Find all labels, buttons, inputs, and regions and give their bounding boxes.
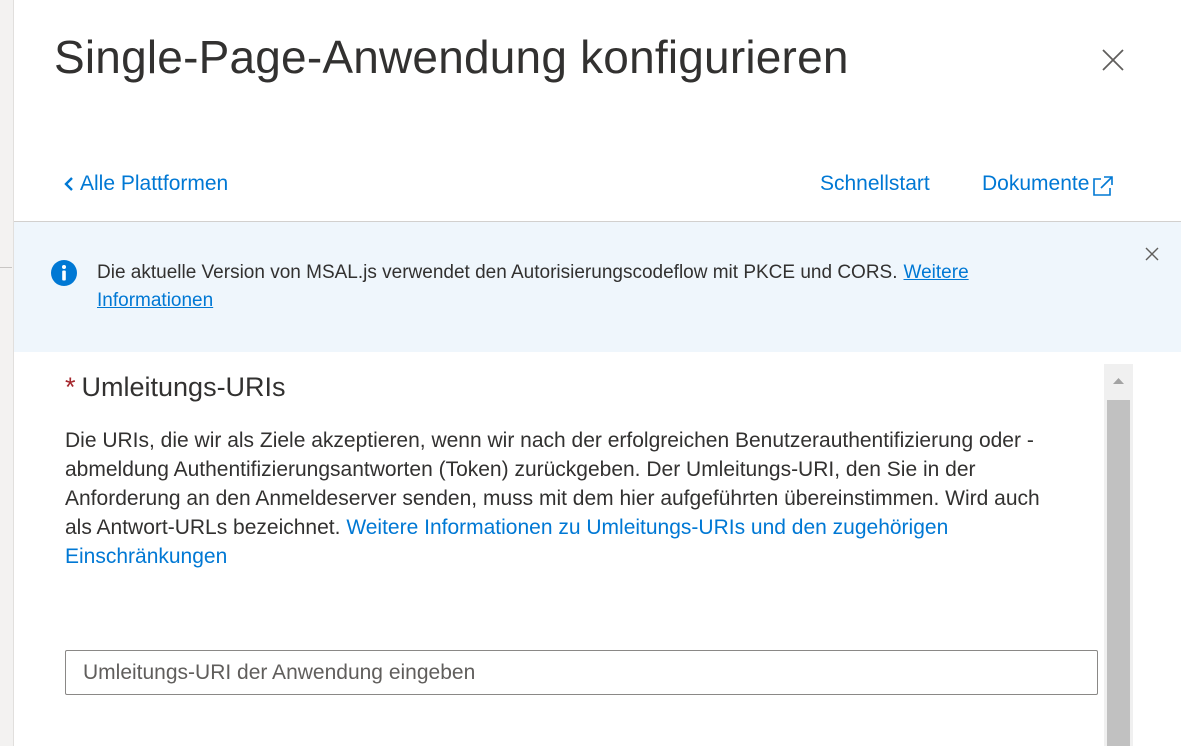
dismiss-info-button[interactable]: [1142, 244, 1162, 264]
docs-link-label: Dokumente: [982, 172, 1090, 195]
info-icon: [51, 260, 77, 286]
back-link-label: Alle Plattformen: [80, 172, 229, 195]
info-message-bar: Die aktuelle Version von MSAL.js verwend…: [14, 222, 1181, 352]
docs-link[interactable]: Dokumente: [982, 172, 1115, 198]
info-message-text: Die aktuelle Version von MSAL.js verwend…: [97, 262, 898, 283]
all-platforms-back-link[interactable]: Alle Plattformen: [64, 172, 228, 196]
quickstart-link[interactable]: Schnellstart: [820, 172, 930, 196]
redirect-uris-title: Umleitungs-URIs: [81, 372, 286, 402]
configure-spa-panel: Single-Page-Anwendung konfigurieren Alle…: [0, 0, 1181, 746]
required-marker: *: [65, 372, 76, 402]
blade-edge-divider: [0, 267, 12, 268]
close-icon: [1102, 49, 1124, 71]
background-blade-edge: [0, 0, 14, 746]
panel-content: * Umleitungs-URIs Die URIs, die wir als Z…: [14, 352, 1181, 746]
external-link-icon: [1093, 176, 1114, 196]
vertical-scrollbar[interactable]: [1104, 364, 1133, 746]
panel-nav: Alle Plattformen Schnellstart Dokumente: [64, 172, 1144, 202]
panel-title: Single-Page-Anwendung konfigurieren: [54, 31, 849, 83]
redirect-uris-heading: * Umleitungs-URIs: [65, 372, 286, 403]
scroll-up-arrow-icon: [1113, 378, 1124, 384]
scrollbar-thumb[interactable]: [1107, 400, 1130, 746]
redirect-uris-description: Die URIs, die wir als Ziele akzeptieren,…: [65, 426, 1065, 571]
chevron-left-icon: [64, 177, 73, 191]
info-message: Die aktuelle Version von MSAL.js verwend…: [97, 259, 1057, 315]
redirect-uri-input[interactable]: [65, 650, 1098, 695]
close-icon: [1145, 247, 1159, 261]
scroll-up-button[interactable]: [1104, 364, 1133, 398]
close-panel-button[interactable]: [1093, 40, 1133, 80]
